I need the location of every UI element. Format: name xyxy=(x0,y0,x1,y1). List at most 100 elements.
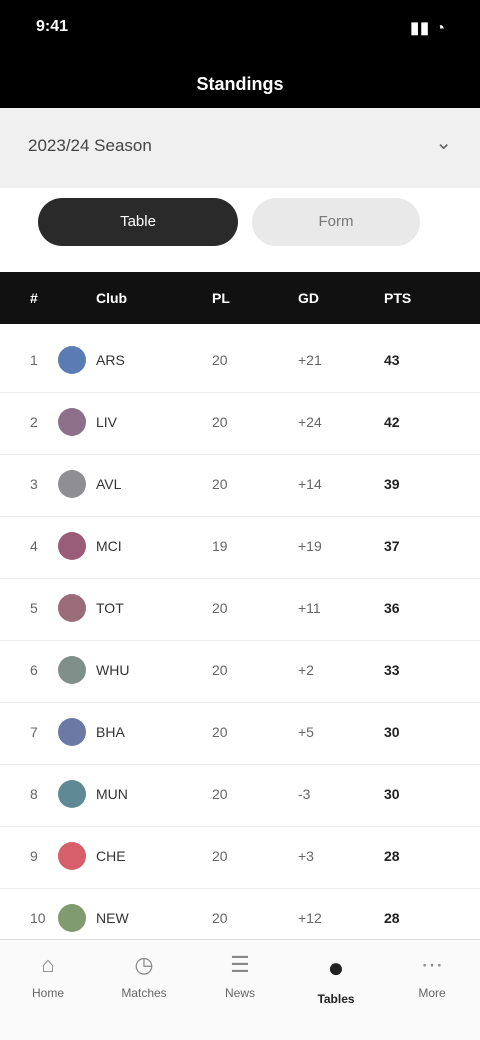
col-played: PL xyxy=(212,290,230,306)
club-cell: MCI xyxy=(96,538,122,554)
position-cell: 1 xyxy=(30,352,38,368)
goal-diff-cell: +2 xyxy=(298,662,314,678)
points-cell: 30 xyxy=(384,724,400,740)
goal-diff-cell: +24 xyxy=(298,414,322,430)
position-cell: 5 xyxy=(30,600,38,616)
bottom-nav: ⌂ Home ◷ Matches ☰ News ● Tables ⋯ More xyxy=(0,939,480,1040)
club-badge-icon xyxy=(58,842,86,870)
nav-news[interactable]: ☰ News xyxy=(192,952,288,1000)
points-cell: 28 xyxy=(384,848,400,864)
position-cell: 6 xyxy=(30,662,38,678)
club-cell: LIV xyxy=(96,414,118,430)
points-cell: 28 xyxy=(384,910,400,926)
table-row[interactable]: 8 MUN 20 -3 30 xyxy=(0,764,480,827)
club-badge-icon xyxy=(58,718,86,746)
club-cell: TOT xyxy=(96,600,124,616)
goal-diff-cell: +3 xyxy=(298,848,314,864)
played-cell: 20 xyxy=(212,662,228,678)
position-cell: 7 xyxy=(30,724,38,740)
position-cell: 3 xyxy=(30,476,38,492)
position-cell: 8 xyxy=(30,786,38,802)
table-icon: ● xyxy=(327,952,345,983)
table-header: # Club PL GD PTS xyxy=(0,272,480,324)
club-cell: AVL xyxy=(96,476,122,492)
nav-label-home: Home xyxy=(31,986,64,1000)
segment-control: Table Form xyxy=(38,198,420,246)
points-cell: 37 xyxy=(384,538,400,554)
club-badge-icon xyxy=(58,408,86,436)
nav-tables[interactable]: ● Tables xyxy=(288,952,384,1006)
club-cell: WHU xyxy=(96,662,130,678)
points-cell: 33 xyxy=(384,662,400,678)
nav-matches[interactable]: ◷ Matches xyxy=(96,952,192,1000)
played-cell: 20 xyxy=(212,414,228,430)
club-badge-icon xyxy=(58,656,86,684)
played-cell: 20 xyxy=(212,848,228,864)
col-club: Club xyxy=(96,290,128,306)
season-selector[interactable]: 2023/24 Season ⌄ xyxy=(0,108,480,188)
goal-diff-cell: +14 xyxy=(298,476,322,492)
club-cell: ARS xyxy=(96,352,125,368)
goal-diff-cell: +19 xyxy=(298,538,322,554)
points-cell: 30 xyxy=(384,786,400,802)
club-badge-icon xyxy=(58,594,86,622)
club-badge-icon xyxy=(58,904,86,932)
col-goal-diff: GD xyxy=(298,290,319,306)
nav-more[interactable]: ⋯ More xyxy=(384,952,480,1000)
status-icons: ▮▮ ◔ xyxy=(410,20,446,37)
col-position: # xyxy=(30,290,38,306)
page-title: Standings xyxy=(196,74,284,94)
position-cell: 2 xyxy=(30,414,38,430)
more-icon: ⋯ xyxy=(421,952,443,977)
goal-diff-cell: +12 xyxy=(298,910,322,926)
table-row[interactable]: 9 CHE 20 +3 28 xyxy=(0,826,480,889)
nav-label-news: News xyxy=(224,986,255,1000)
table-row[interactable]: 2 LIV 20 +24 42 xyxy=(0,392,480,455)
club-cell: NEW xyxy=(96,910,129,926)
status-bar: 9:41 ▮▮ ◔ xyxy=(0,0,480,60)
goal-diff-cell: -3 xyxy=(298,786,311,802)
table-row[interactable]: 1 ARS 20 +21 43 xyxy=(0,330,480,393)
played-cell: 20 xyxy=(212,724,228,740)
list-icon: ☰ xyxy=(230,952,250,977)
club-cell: MUN xyxy=(96,786,128,802)
season-label: 2023/24 Season xyxy=(28,136,152,155)
points-cell: 43 xyxy=(384,352,400,368)
table-row[interactable]: 7 BHA 20 +5 30 xyxy=(0,702,480,765)
table-row[interactable]: 3 AVL 20 +14 39 xyxy=(0,454,480,517)
tab-form[interactable]: Form xyxy=(252,198,420,246)
club-badge-icon xyxy=(58,346,86,374)
nav-label-matches: Matches xyxy=(121,986,167,1000)
club-cell: BHA xyxy=(96,724,125,740)
table-row[interactable]: 5 TOT 20 +11 36 xyxy=(0,578,480,641)
played-cell: 20 xyxy=(212,910,228,926)
club-cell: CHE xyxy=(96,848,126,864)
col-points: PTS xyxy=(384,290,412,306)
played-cell: 19 xyxy=(212,538,228,554)
goal-diff-cell: +5 xyxy=(298,724,314,740)
goal-diff-cell: +21 xyxy=(298,352,322,368)
home-icon: ⌂ xyxy=(41,952,55,977)
table-row[interactable]: 6 WHU 20 +2 33 xyxy=(0,640,480,703)
nav-home[interactable]: ⌂ Home xyxy=(0,952,96,1000)
table-row[interactable]: 4 MCI 19 +19 37 xyxy=(0,516,480,579)
club-badge-icon xyxy=(58,780,86,808)
points-cell: 36 xyxy=(384,600,400,616)
nav-label-tables: Tables xyxy=(317,992,355,1006)
played-cell: 20 xyxy=(212,476,228,492)
tab-table[interactable]: Table xyxy=(38,198,238,246)
club-badge-icon xyxy=(58,470,86,498)
goal-diff-cell: +11 xyxy=(298,600,321,616)
chevron-down-icon: ⌄ xyxy=(435,132,452,154)
nav-label-more: More xyxy=(418,986,446,1000)
points-cell: 39 xyxy=(384,476,400,492)
club-badge-icon xyxy=(58,532,86,560)
status-time: 9:41 xyxy=(36,18,69,35)
points-cell: 42 xyxy=(384,414,400,430)
position-cell: 9 xyxy=(30,848,38,864)
clock-icon: ◷ xyxy=(134,952,154,977)
position-cell: 10 xyxy=(30,910,46,926)
played-cell: 20 xyxy=(212,352,228,368)
played-cell: 20 xyxy=(212,600,228,616)
app-header: Standings xyxy=(0,60,480,108)
